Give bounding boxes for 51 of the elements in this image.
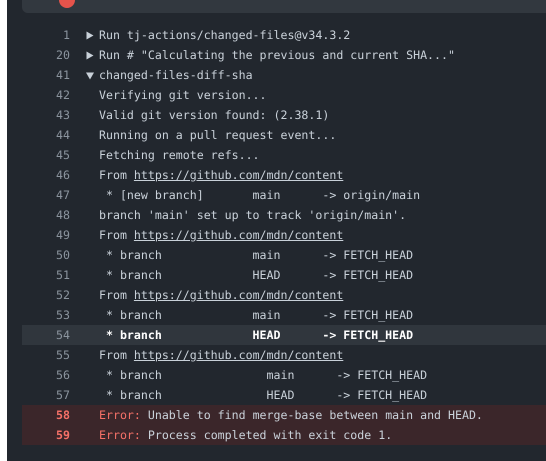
log-text: Unable to find merge-base between main and HEAD. [146,408,483,422]
log-text: From [99,228,128,242]
log-text: From [99,288,128,302]
line-number: 51 [55,268,70,282]
line-number: 58 [55,408,70,422]
log-text: From [99,168,128,182]
link[interactable]: https://github.com/mdn/content [134,348,344,362]
line-number: 44 [55,128,70,142]
log-text: Running on a pull request event... [99,128,336,142]
line-number: 20 [55,48,70,62]
error-label: Error: [99,408,141,422]
log-text: Verifying git version... [99,88,267,102]
line-number: 1 [62,28,70,42]
line-number: 59 [55,428,70,442]
log-text: * branch HEAD -> FETCH_HEAD [104,328,414,342]
log-text: Run tj-actions/changed-files@v34.3.2 [99,28,350,42]
line-number: 54 [55,328,70,342]
line-number: 41 [55,68,70,82]
log-text: * branch HEAD -> FETCH_HEAD [104,388,428,402]
line-number: 43 [55,108,70,122]
log-text: Run # "Calculating the previous and current SHA..." [99,48,455,62]
line-number: 42 [55,88,70,102]
link[interactable]: https://github.com/mdn/content [134,168,344,182]
line-number: 56 [55,368,70,382]
log-text: * [new branch] main -> origin/main [104,188,420,202]
log-text: * branch main -> FETCH_HEAD [104,368,428,382]
line-number: 48 [55,208,70,222]
line-number: 46 [55,168,70,182]
line-number: 53 [55,308,70,322]
log-text: changed-files-diff-sha [99,68,253,82]
error-label: Error: [99,428,141,442]
log-text: From [99,348,128,362]
caret-icon[interactable] [86,30,94,40]
link[interactable]: https://github.com/mdn/content [134,288,344,302]
log-text: Fetching remote refs... [99,148,260,162]
log-text: Process completed with exit code 1. [146,428,392,442]
line-number: 55 [55,348,70,362]
log-text: branch 'main' set up to track 'origin/main'. [99,208,406,222]
line-number: 50 [55,248,70,262]
line-number: 52 [55,288,70,302]
log-text: * branch main -> FETCH_HEAD [104,248,414,262]
line-number: 47 [55,188,70,202]
caret-icon[interactable] [86,70,94,80]
line-number: 49 [55,228,70,242]
log-text: * branch main -> FETCH_HEAD [104,308,414,322]
caret-icon[interactable] [86,50,94,60]
line-number: 45 [55,148,70,162]
log-text: Valid git version found: (2.38.1) [99,108,330,122]
line-number: 57 [55,388,70,402]
link[interactable]: https://github.com/mdn/content [134,228,344,242]
log-text: * branch HEAD -> FETCH_HEAD [104,268,414,282]
